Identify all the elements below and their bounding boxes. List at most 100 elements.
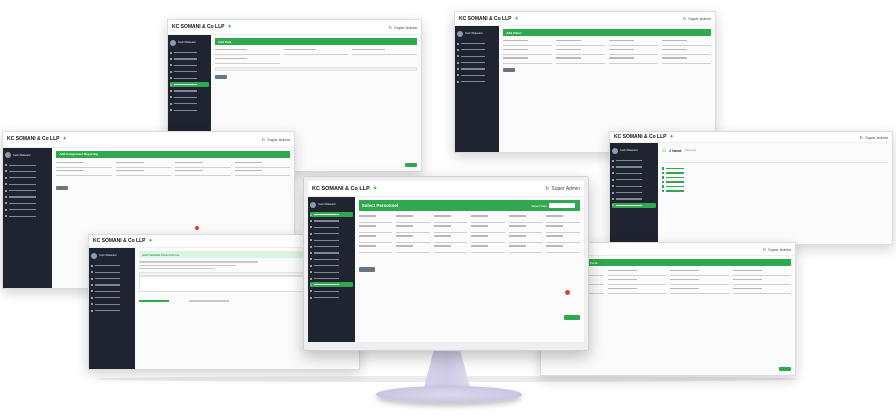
back-button[interactable] (503, 67, 516, 72)
form-field[interactable] (546, 245, 580, 253)
sidebar-item[interactable] (310, 257, 353, 262)
form-field[interactable] (215, 57, 280, 64)
sidebar-item[interactable] (310, 231, 353, 236)
form-field[interactable] (607, 270, 666, 277)
sidebar-item[interactable] (310, 225, 353, 230)
sidebar-item[interactable] (91, 276, 133, 281)
form-field[interactable] (556, 48, 606, 55)
form-field[interactable] (732, 278, 791, 286)
form-field[interactable] (503, 48, 553, 55)
sidebar-item[interactable] (91, 302, 133, 307)
form-field[interactable] (433, 245, 468, 253)
form-field[interactable] (607, 287, 666, 294)
sidebar-item-active[interactable] (170, 82, 209, 88)
refresh-icon[interactable]: ↻ (262, 137, 265, 142)
sidebar-item[interactable] (170, 56, 209, 61)
refresh-icon[interactable]: ↻ (683, 16, 686, 21)
refresh-icon[interactable]: ↻ (389, 25, 392, 30)
form-field[interactable] (546, 225, 580, 233)
form-field[interactable] (234, 161, 290, 168)
form-field[interactable] (546, 215, 580, 223)
sidebar-item[interactable] (612, 184, 656, 189)
form-field[interactable] (508, 225, 543, 233)
sidebar-item[interactable] (170, 76, 209, 81)
sidebar-item[interactable] (170, 50, 209, 55)
sidebar-item[interactable] (5, 175, 50, 180)
sidebar-item[interactable] (457, 67, 497, 72)
sidebar-item[interactable] (170, 88, 209, 93)
refresh-icon[interactable]: ↻ (763, 247, 766, 252)
form-field[interactable] (234, 170, 290, 177)
form-field[interactable] (471, 225, 505, 233)
form-field[interactable] (471, 215, 505, 223)
sidebar-item[interactable] (170, 69, 209, 74)
sidebar-item[interactable] (5, 214, 50, 219)
form-field[interactable] (556, 40, 606, 47)
form-field[interactable] (358, 225, 393, 233)
sidebar-item[interactable] (612, 177, 656, 182)
form-field[interactable] (115, 170, 172, 177)
form-field[interactable] (433, 235, 468, 243)
sidebar-item[interactable] (91, 295, 133, 300)
sidebar-item[interactable] (170, 101, 209, 106)
form-field[interactable] (508, 215, 543, 223)
sidebar-item-active[interactable] (310, 282, 353, 288)
sidebar-item[interactable] (170, 108, 209, 113)
refresh-icon[interactable]: ↻ (860, 135, 863, 140)
list-item[interactable] (661, 189, 888, 194)
sidebar-item[interactable] (310, 270, 353, 275)
sidebar-item[interactable] (5, 188, 50, 193)
form-field[interactable] (503, 57, 553, 64)
form-field[interactable] (556, 57, 606, 64)
form-field[interactable] (175, 161, 231, 168)
submit-button[interactable] (564, 315, 580, 320)
form-field[interactable] (508, 245, 543, 253)
sidebar-item[interactable] (310, 276, 353, 281)
delete-icon[interactable] (565, 290, 570, 296)
sidebar-item[interactable] (5, 182, 50, 187)
sidebar-item[interactable] (170, 63, 209, 68)
back-button[interactable] (215, 74, 227, 79)
sidebar-item[interactable] (5, 163, 50, 168)
form-field[interactable] (662, 57, 711, 64)
sidebar-item[interactable] (457, 41, 497, 46)
editor-toolbar[interactable] (215, 66, 417, 71)
sidebar-item[interactable] (91, 270, 133, 275)
sidebar-item[interactable] (457, 79, 497, 84)
sidebar-item[interactable] (310, 238, 353, 243)
form-field[interactable] (396, 235, 430, 243)
form-field[interactable] (396, 225, 430, 233)
sidebar-item[interactable] (310, 295, 353, 300)
delete-icon[interactable] (195, 225, 200, 230)
form-field[interactable] (732, 270, 791, 277)
form-field[interactable] (283, 49, 349, 56)
form-field[interactable] (175, 170, 231, 177)
sidebar-item-active[interactable] (612, 202, 656, 208)
form-field[interactable] (503, 40, 553, 47)
back-button[interactable] (358, 266, 375, 272)
form-field[interactable] (609, 48, 659, 55)
form-field[interactable] (433, 225, 468, 233)
sidebar-item[interactable] (612, 190, 656, 195)
form-field[interactable] (115, 161, 172, 168)
sidebar-item[interactable] (5, 195, 50, 200)
sidebar-item[interactable] (91, 263, 133, 268)
form-field[interactable] (607, 278, 666, 286)
sidebar-item[interactable] (91, 289, 133, 294)
sidebar-item[interactable] (5, 207, 50, 212)
sidebar-item-active[interactable] (310, 212, 353, 218)
user-menu[interactable]: ↻ Super Admin (545, 186, 580, 192)
sidebar-item[interactable] (5, 169, 50, 174)
user-menu[interactable]: ↻ Super Admin (683, 16, 711, 21)
date-picker[interactable]: Select Date (531, 203, 575, 209)
sidebar-item[interactable] (457, 60, 497, 65)
sidebar-item[interactable] (310, 289, 353, 294)
user-menu[interactable]: ↻ Super Admin (262, 137, 290, 142)
form-field[interactable] (508, 235, 543, 243)
sidebar-item[interactable] (310, 250, 353, 255)
form-field[interactable] (662, 48, 711, 55)
sidebar-item[interactable] (612, 165, 656, 170)
sidebar-item[interactable] (612, 158, 656, 163)
user-menu[interactable]: ↻ Super Admin (389, 25, 417, 30)
form-field[interactable] (670, 270, 729, 277)
